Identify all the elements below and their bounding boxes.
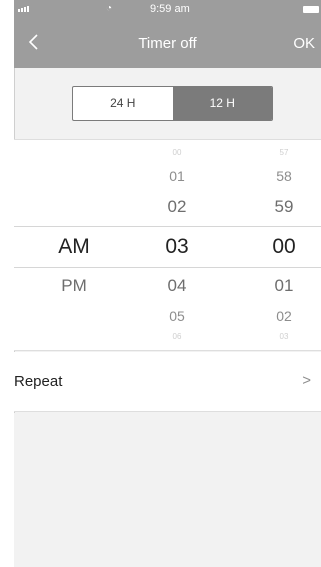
- segment-12h[interactable]: 12 H: [172, 87, 272, 120]
- chevron-right-icon: >: [302, 372, 311, 389]
- ampm-option-pm[interactable]: PM: [44, 276, 104, 296]
- status-bar: ◔ 9:59 am: [14, 0, 321, 20]
- hour-option[interactable]: 05: [147, 308, 207, 324]
- wifi-icon: ◔: [106, 3, 113, 14]
- repeat-label: Repeat: [14, 373, 63, 390]
- ok-button[interactable]: OK: [293, 35, 315, 52]
- hour-option[interactable]: 01: [147, 168, 207, 184]
- status-time: 9:59 am: [150, 3, 190, 15]
- minute-option[interactable]: 57: [254, 148, 314, 157]
- top-bar: ◔ 9:59 am Timer off OK: [14, 0, 321, 68]
- time-format-segmented-control: 24 H 12 H: [72, 86, 273, 121]
- minute-option[interactable]: 02: [254, 308, 314, 324]
- time-picker[interactable]: AM PM 00 01 02 03 04 05 06 57 58 59 00 0…: [14, 139, 321, 351]
- navigation-bar: Timer off OK: [14, 22, 321, 66]
- page-title: Timer off: [138, 35, 197, 52]
- ampm-option-am[interactable]: AM: [44, 235, 104, 259]
- segment-24h[interactable]: 24 H: [73, 87, 173, 120]
- hour-selected[interactable]: 03: [147, 235, 207, 259]
- minute-option[interactable]: 03: [254, 332, 314, 341]
- battery-icon: [303, 6, 319, 13]
- hour-option[interactable]: 04: [147, 276, 207, 296]
- minute-selected[interactable]: 00: [254, 235, 314, 259]
- hour-option[interactable]: 06: [147, 332, 207, 341]
- minute-option[interactable]: 59: [254, 197, 314, 217]
- app-screen: ◔ 9:59 am Timer off OK 24 H 12 H AM PM 0…: [14, 0, 321, 567]
- empty-area: [14, 413, 321, 567]
- minute-option[interactable]: 01: [254, 276, 314, 296]
- hour-option[interactable]: 00: [147, 148, 207, 157]
- minute-option[interactable]: 58: [254, 168, 314, 184]
- hour-option[interactable]: 02: [147, 197, 207, 217]
- repeat-row[interactable]: Repeat >: [14, 352, 321, 412]
- signal-icon: [18, 6, 29, 12]
